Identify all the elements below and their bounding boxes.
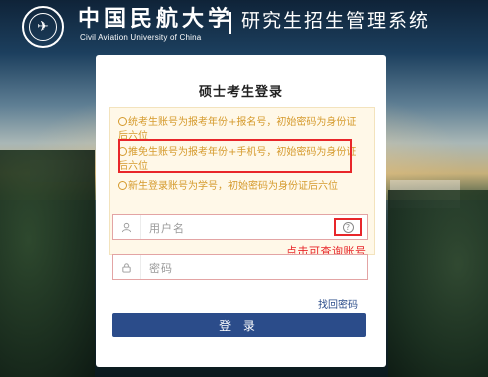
password-field[interactable]: 密码 [112,254,368,280]
header-divider [229,12,231,34]
school-name-en: Civil Aviation University of China [80,33,202,42]
forgot-password-link[interactable]: 找回密码 [318,296,358,311]
lock-icon [113,255,141,279]
university-seal-icon: ✈ [22,6,64,48]
login-title: 硕士考生登录 [198,85,283,100]
system-title: 研究生招生管理系统 [241,10,431,32]
background-trees [388,190,488,377]
lightbulb-icon [118,181,127,190]
school-name: 中国民航大学 [78,6,235,32]
background-trees [0,150,95,377]
lightbulb-icon [118,117,127,126]
user-icon [113,215,141,239]
username-input[interactable]: 用户名 [149,220,185,236]
password-input[interactable]: 密码 [149,260,173,276]
username-field[interactable]: 用户名 [112,214,368,240]
question-circle-icon[interactable]: ? [334,218,362,236]
login-button[interactable]: 登 录 [112,313,366,337]
highlight-annotation-box [118,139,352,173]
tip-item: 新生登录账号为学号，初始密码为身份证后六位 [118,180,366,194]
